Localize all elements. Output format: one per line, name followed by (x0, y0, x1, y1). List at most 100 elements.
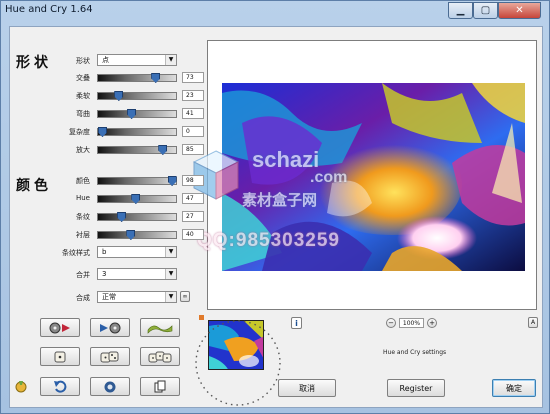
blend-options-button[interactable]: ∞ (180, 291, 190, 302)
slider-value-field[interactable]: 23 (182, 90, 204, 101)
chevron-down-icon: ▼ (165, 247, 176, 257)
slider-thumb[interactable] (131, 194, 141, 204)
slider-value-field[interactable]: 85 (182, 144, 204, 155)
minimize-icon: ▁ (456, 5, 465, 16)
title-bar[interactable]: Hue and Cry 1.64 ▁ ▢ ✕ (1, 1, 549, 25)
thumbnail-dotted-ring (195, 320, 281, 406)
slider-track[interactable] (97, 91, 177, 101)
dice-three-button[interactable] (140, 347, 180, 366)
slider-value-field[interactable]: 98 (182, 175, 204, 186)
plus-icon: + (429, 319, 435, 327)
slider-track[interactable] (97, 176, 177, 186)
dice-pair-icon (100, 351, 119, 362)
window-title: Hue and Cry 1.64 (5, 4, 93, 15)
slider-thumb[interactable] (127, 109, 137, 119)
copy-icon (154, 380, 166, 392)
settings-label: Hue and Cry settings (383, 349, 447, 356)
slider-label: 颜色 (76, 177, 90, 185)
slider-track[interactable] (97, 194, 177, 204)
stripe-style-label: 条纹样式 (62, 249, 90, 257)
dice-two-button[interactable] (90, 347, 130, 366)
close-icon: ✕ (515, 5, 524, 16)
copy-button[interactable] (140, 377, 180, 396)
ok-label: 确定 (506, 383, 522, 393)
slider-track[interactable] (97, 109, 177, 119)
slider-track[interactable] (97, 230, 177, 240)
ok-button[interactable]: 确定 (492, 379, 536, 397)
shape-label: 形状 (76, 57, 90, 65)
blend-value: 正常 (102, 293, 116, 301)
slider-value-field[interactable]: 0 (182, 126, 204, 137)
slider-label: 复杂度 (69, 128, 90, 136)
dialog-body: 形状 形状 点 ▼ 颜色 条纹样式 b ▼ 合并 3 ▼ 合成 正常 ▼ ∞ −… (9, 26, 543, 408)
app-window: Hue and Cry 1.64 ▁ ▢ ✕ 形状 形状 点 ▼ 颜色 条纹样式… (0, 0, 550, 414)
slider-value-field[interactable]: 27 (182, 211, 204, 222)
disc-play-icon (49, 322, 70, 333)
preview-panel (207, 40, 537, 310)
minimize-button[interactable]: ▁ (448, 2, 473, 19)
slider-thumb[interactable] (117, 212, 127, 222)
zoom-in-button[interactable]: + (427, 318, 437, 328)
maximize-button[interactable]: ▢ (473, 2, 498, 19)
slider-thumb[interactable] (151, 73, 161, 83)
play-next-button[interactable] (90, 318, 130, 337)
undo-icon (54, 380, 67, 393)
slider-value-field[interactable]: 40 (182, 229, 204, 240)
merge-select[interactable]: 3 ▼ (97, 268, 177, 280)
preview-image[interactable] (222, 83, 525, 271)
merge-value: 3 (102, 270, 107, 278)
cancel-button[interactable]: 取消 (278, 379, 336, 397)
app-logo-icon (14, 379, 28, 395)
expand-icon: A (530, 319, 536, 326)
circle-icon (104, 381, 116, 392)
register-button[interactable]: Register (387, 379, 445, 397)
slider-value-field[interactable]: 41 (182, 108, 204, 119)
link-icon: ∞ (182, 293, 188, 300)
reset-button[interactable] (90, 377, 130, 396)
shape-select-value: 点 (102, 56, 109, 64)
dice-icon (54, 351, 66, 362)
slider-thumb[interactable] (158, 145, 168, 155)
merge-label: 合并 (76, 271, 90, 279)
slider-track[interactable] (97, 212, 177, 222)
stripe-style-value: b (102, 248, 107, 256)
zoom-value: 100% (399, 318, 424, 328)
play-disc-icon (100, 322, 121, 333)
dice-group-icon (148, 351, 172, 362)
slider-track[interactable] (97, 73, 177, 83)
wave-button[interactable] (140, 318, 180, 337)
slider-label: 弯曲 (76, 110, 90, 118)
slider-track[interactable] (97, 127, 177, 137)
dice-one-button[interactable] (40, 347, 80, 366)
chevron-down-icon: ▼ (165, 55, 176, 65)
info-icon: i (295, 318, 298, 328)
register-label: Register (399, 383, 433, 393)
close-button[interactable]: ✕ (498, 2, 541, 19)
blend-select[interactable]: 正常 ▼ (97, 291, 177, 303)
slider-label: 柔软 (76, 92, 90, 100)
corner-toggle-button[interactable]: A (528, 317, 538, 328)
chevron-down-icon: ▼ (165, 292, 176, 302)
maximize-icon: ▢ (480, 5, 491, 16)
slider-thumb[interactable] (167, 176, 177, 186)
minus-icon: − (388, 319, 394, 327)
zoom-out-button[interactable]: − (386, 318, 396, 328)
slider-thumb[interactable] (114, 91, 124, 101)
blend-label: 合成 (76, 294, 90, 302)
slider-value-field[interactable]: 47 (182, 193, 204, 204)
slider-value-field[interactable]: 73 (182, 72, 204, 83)
slider-thumb[interactable] (126, 230, 136, 240)
slider-label: Hue (75, 194, 90, 202)
slider-label: 条纹 (76, 213, 90, 221)
chevron-down-icon: ▼ (165, 269, 176, 279)
play-random-button[interactable] (40, 318, 80, 337)
slider-thumb[interactable] (98, 127, 107, 137)
slider-label: 交叠 (76, 74, 90, 82)
slider-label: 放大 (76, 146, 90, 154)
cancel-label: 取消 (299, 383, 315, 393)
info-button[interactable]: i (291, 317, 302, 329)
shape-select[interactable]: 点 ▼ (97, 54, 177, 66)
slider-track[interactable] (97, 145, 177, 155)
undo-button[interactable] (40, 377, 80, 396)
stripe-style-select[interactable]: b ▼ (97, 246, 177, 258)
